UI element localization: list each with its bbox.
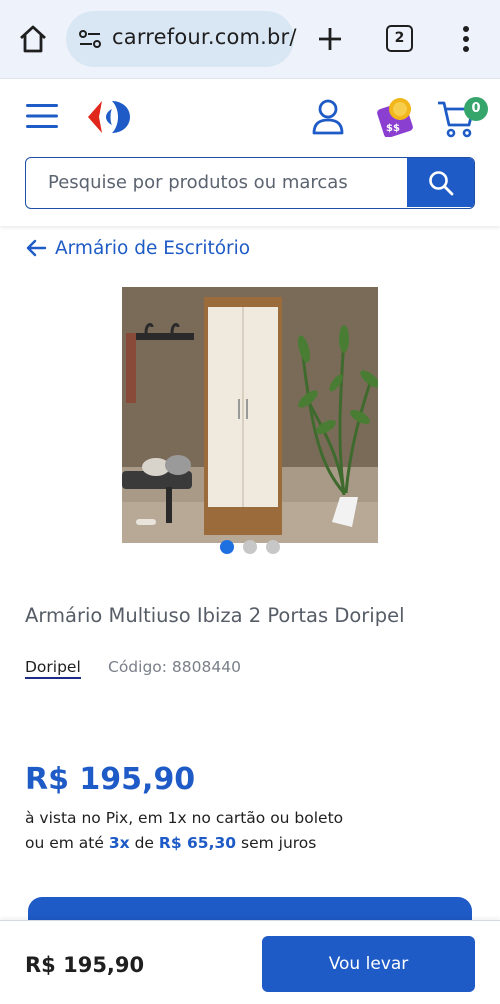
- carousel-dot[interactable]: [266, 540, 280, 554]
- address-bar[interactable]: carrefour.com.br/: [66, 11, 297, 67]
- site-settings-icon[interactable]: [78, 29, 102, 49]
- search-icon: [429, 171, 454, 196]
- product-price: R$ 195,90: [25, 762, 196, 797]
- promo-coupon-icon[interactable]: $$: [374, 95, 418, 137]
- payment-info-line1: à vista no Pix, em 1x no cartão ou bolet…: [25, 809, 344, 827]
- menu-icon[interactable]: [26, 103, 58, 129]
- image-carousel-indicators: [220, 540, 280, 554]
- more-options-icon[interactable]: [456, 24, 476, 54]
- cart-count-badge: 0: [464, 97, 488, 121]
- sticky-price: R$ 195,90: [25, 953, 145, 977]
- payment-middle: de: [134, 834, 154, 852]
- site-header: $$ 0: [0, 78, 500, 226]
- arrow-left-icon: [26, 239, 47, 257]
- search-input[interactable]: [26, 158, 408, 207]
- product-title: Armário Multiuso Ibiza 2 Portas Doripel: [25, 604, 405, 627]
- payment-prefix: ou em até: [25, 834, 104, 852]
- svg-text:$$: $$: [386, 123, 400, 134]
- buy-button[interactable]: Vou levar: [262, 936, 475, 992]
- product-image[interactable]: [122, 287, 378, 543]
- payment-suffix: sem juros: [241, 834, 317, 852]
- browser-toolbar: carrefour.com.br/ 2: [0, 0, 500, 78]
- new-tab-icon[interactable]: [315, 24, 345, 54]
- brand-link[interactable]: Doripel: [25, 657, 81, 679]
- installment-value: R$ 65,30: [158, 834, 237, 852]
- search-box: [25, 157, 475, 209]
- url-text: carrefour.com.br/: [112, 25, 297, 49]
- carrefour-logo[interactable]: [86, 99, 136, 135]
- tab-switcher-button[interactable]: 2: [386, 25, 413, 52]
- breadcrumb-label: Armário de Escritório: [55, 237, 251, 259]
- payment-info-line2: ou em até 3x de R$ 65,30 sem juros: [25, 834, 316, 852]
- sticky-buy-bar: R$ 195,90 Vou levar: [0, 920, 500, 1004]
- carousel-dot[interactable]: [220, 540, 234, 554]
- product-code: Código: 8808440: [108, 658, 241, 676]
- home-icon[interactable]: [16, 22, 50, 56]
- installments-count: 3x: [108, 834, 130, 852]
- cart-button[interactable]: 0: [436, 97, 488, 139]
- breadcrumb-back-link[interactable]: Armário de Escritório: [25, 236, 250, 260]
- search-button[interactable]: [407, 158, 474, 207]
- user-account-icon[interactable]: [312, 99, 344, 135]
- carousel-dot[interactable]: [243, 540, 257, 554]
